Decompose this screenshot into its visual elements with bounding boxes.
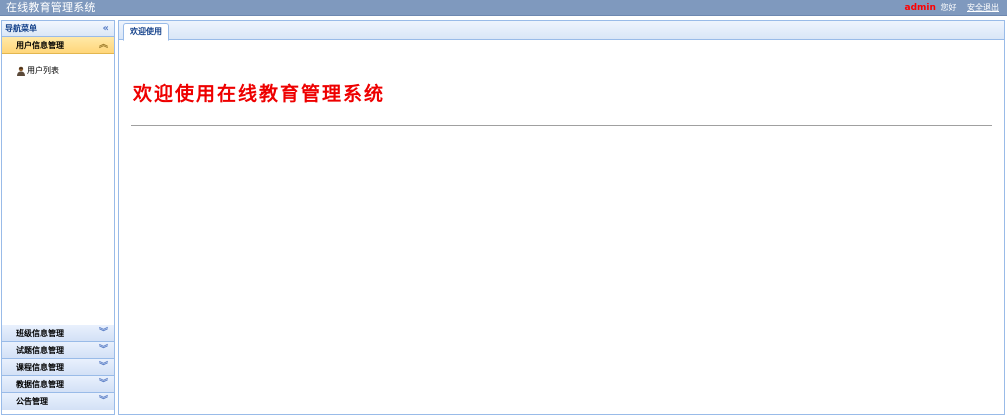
welcome-heading: 欢迎使用在线教育管理系统 [133, 83, 386, 105]
logout-link[interactable]: 安全退出 [967, 3, 999, 12]
chevron-down-icon[interactable]: ︾ [99, 376, 108, 393]
nav-section-notice-management[interactable]: 公告管理 ︾ [2, 393, 114, 410]
nav-panel-title: 导航菜单 [5, 24, 37, 33]
nav-section-label: 用户信息管理 [16, 41, 64, 50]
collapse-left-icon[interactable]: « [103, 21, 109, 37]
nav-panel-header: 导航菜单 « [2, 21, 114, 37]
main-panel: 欢迎使用 欢迎使用在线教育管理系统 [118, 20, 1005, 415]
nav-panel: 导航菜单 « 用户信息管理 ︽ 用户列表 班级信息管理 ︾ 试题信息管理 ︾ 课… [1, 20, 115, 415]
nav-section-label: 课程信息管理 [16, 363, 64, 372]
tab-strip: 欢迎使用 [119, 21, 1004, 41]
user-icon [17, 66, 25, 76]
nav-section-class-management[interactable]: 班级信息管理 ︾ [2, 325, 114, 342]
divider [131, 125, 992, 126]
tab-welcome[interactable]: 欢迎使用 [123, 23, 169, 41]
nav-section-body: 用户列表 [2, 54, 114, 325]
app-title: 在线教育管理系统 [6, 1, 96, 14]
nav-section-course-management[interactable]: 课程信息管理 ︾ [2, 359, 114, 376]
nav-section-label: 班级信息管理 [16, 329, 64, 338]
chevron-down-icon[interactable]: ︾ [99, 342, 108, 359]
nav-section-label: 试题信息管理 [16, 346, 64, 355]
nav-section-data-management[interactable]: 教据信息管理 ︾ [2, 376, 114, 393]
chevron-down-icon[interactable]: ︾ [99, 325, 108, 342]
chevron-down-icon[interactable]: ︾ [99, 359, 108, 376]
greeting-text: 您好 [940, 3, 957, 12]
nav-item-user-list[interactable]: 用户列表 [16, 65, 59, 77]
app-header: 在线教育管理系统 admin 您好 安全退出 [0, 0, 1007, 16]
nav-section-label: 公告管理 [16, 397, 48, 406]
chevron-up-icon[interactable]: ︽ [99, 37, 108, 54]
nav-section-question-management[interactable]: 试题信息管理 ︾ [2, 342, 114, 359]
nav-item-label: 用户列表 [27, 66, 59, 75]
chevron-down-icon[interactable]: ︾ [99, 393, 108, 410]
user-area: admin 您好 安全退出 [905, 0, 999, 16]
username: admin [904, 3, 936, 13]
nav-section-label: 教据信息管理 [16, 380, 64, 389]
nav-section-user-management[interactable]: 用户信息管理 ︽ [2, 37, 114, 54]
